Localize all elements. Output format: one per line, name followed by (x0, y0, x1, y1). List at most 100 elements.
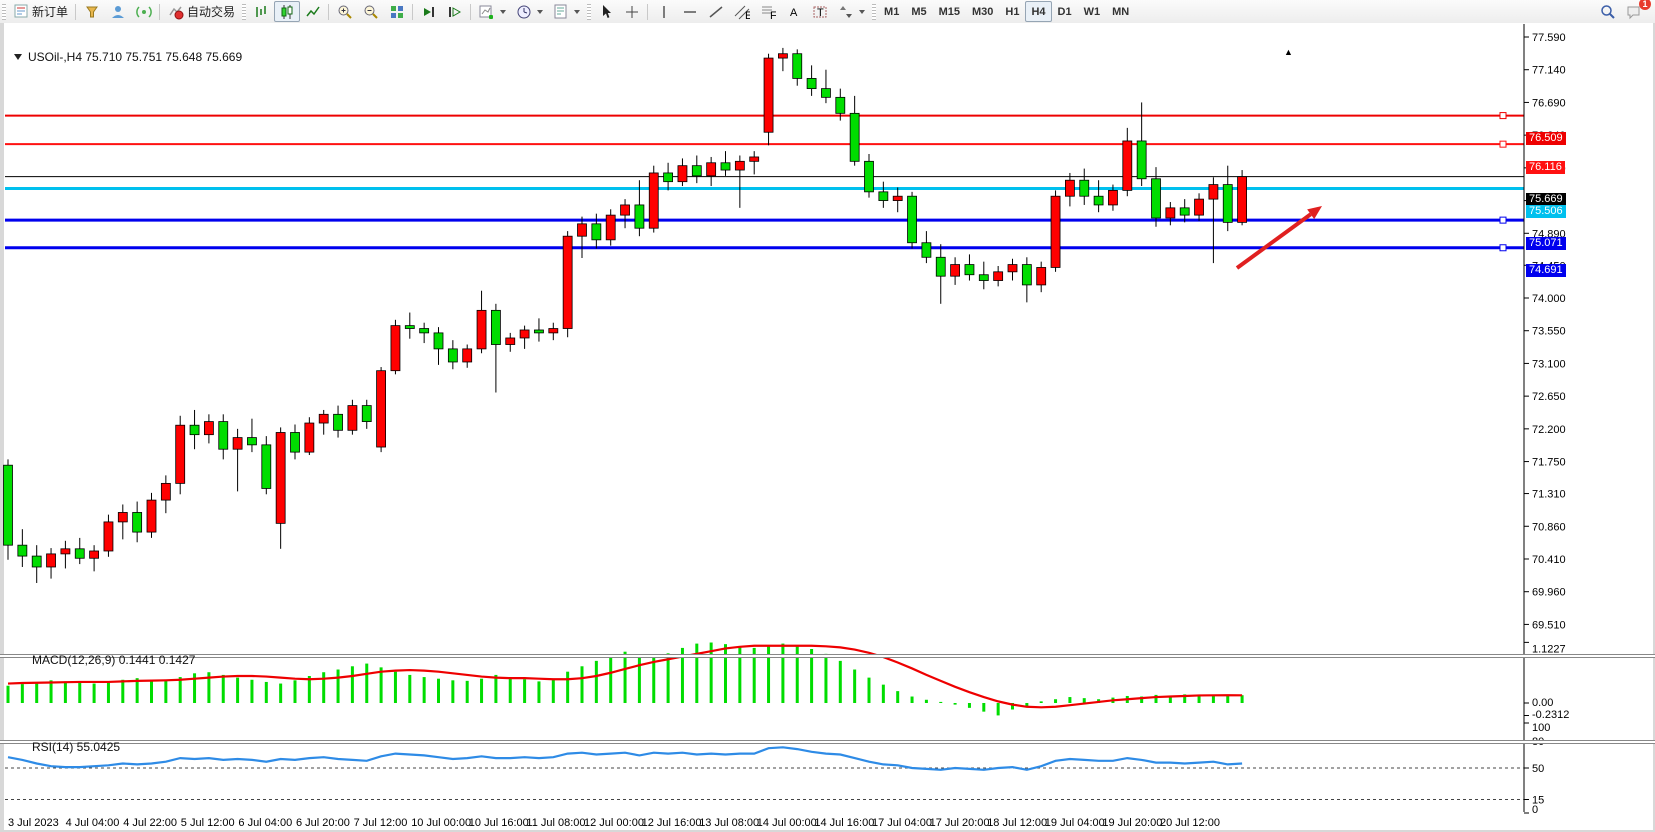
timeframe-button-mn[interactable]: MN (1106, 1, 1135, 22)
macd-histogram-bar (93, 684, 96, 703)
chart-shift-icon (447, 4, 463, 20)
macd-histogram-bar (164, 681, 167, 703)
periods-caret-icon (537, 10, 543, 14)
new-order-button[interactable]: 新订单 (8, 1, 73, 22)
chart-line-button[interactable] (300, 1, 326, 22)
community-button[interactable] (105, 1, 131, 22)
time-axis-label: 18 Jul 12:00 (987, 817, 1047, 829)
periods-button[interactable] (511, 1, 548, 22)
chart-candles-icon (279, 4, 295, 20)
templates-button[interactable] (548, 1, 585, 22)
zoom-in-button[interactable] (332, 1, 358, 22)
arrows-icon (838, 4, 854, 20)
line-handle[interactable] (1500, 113, 1506, 119)
macd-histogram-bar (351, 666, 354, 703)
chart-candles-button[interactable] (274, 1, 300, 22)
candle-body (664, 173, 673, 182)
candle-body (1037, 267, 1046, 284)
search-button[interactable] (1595, 1, 1621, 22)
candle-body (75, 549, 84, 558)
candle-body (951, 265, 960, 277)
timeframe-button-m30[interactable]: M30 (966, 1, 999, 22)
candle-body (118, 512, 127, 521)
notifications-button[interactable]: 1 (1621, 1, 1647, 22)
toolbar-grip[interactable] (2, 4, 6, 20)
timeframe-button-h4[interactable]: H4 (1025, 1, 1051, 22)
candle-body (319, 414, 328, 423)
candle-body (247, 438, 256, 445)
signals-button[interactable] (131, 1, 157, 22)
arrows-button[interactable] (833, 1, 870, 22)
price-badge: 76.509 (1526, 132, 1566, 145)
macd-histogram-bar (925, 700, 928, 703)
horizontal-line-icon (682, 4, 698, 20)
chart-canvas[interactable]: 77.59077.14076.69076.24075.79075.34074.8… (0, 23, 1655, 832)
timeframe-button-d1[interactable]: D1 (1052, 1, 1078, 22)
candle-body (1180, 208, 1189, 215)
auto-scroll-button[interactable] (416, 1, 442, 22)
line-handle[interactable] (1500, 245, 1506, 251)
auto-scroll-icon (421, 4, 437, 20)
candle-body (692, 166, 701, 176)
time-axis-label: 10 Jul 00:00 (411, 817, 471, 829)
channel-button[interactable]: E (729, 1, 755, 22)
candle-body (1022, 265, 1031, 285)
price-badge: 74.691 (1526, 264, 1566, 277)
trendline-button[interactable] (703, 1, 729, 22)
timeframe-button-m15[interactable]: M15 (933, 1, 966, 22)
timeframe-button-m1[interactable]: M1 (878, 1, 905, 22)
candle-body (750, 157, 759, 161)
line-handle[interactable] (1500, 141, 1506, 147)
fibonacci-button[interactable]: F (755, 1, 781, 22)
cursor-button[interactable] (593, 1, 619, 22)
macd-histogram-bar (7, 686, 10, 703)
text-button[interactable]: A (781, 1, 807, 22)
templates-caret-icon (574, 10, 580, 14)
pane-separator[interactable] (0, 654, 1655, 658)
crosshair-button[interactable] (619, 1, 645, 22)
vertical-line-button[interactable] (651, 1, 677, 22)
candle-body (606, 215, 615, 240)
chart-scroll-marker[interactable]: ▲ (1284, 47, 1293, 57)
price-tick-label: 74.000 (1532, 293, 1566, 305)
rsi-label: RSI(14) 55.0425 (32, 740, 120, 754)
candle-body (1051, 196, 1060, 267)
candle-body (922, 243, 931, 258)
horizontal-line-button[interactable] (677, 1, 703, 22)
symbol-dropdown-icon[interactable] (14, 54, 22, 60)
macd-histogram-bar (21, 684, 24, 703)
timeframe-button-w1[interactable]: W1 (1078, 1, 1107, 22)
price-tick-label: 69.960 (1532, 587, 1566, 599)
candle-body (735, 161, 744, 170)
chart-bars-button[interactable] (248, 1, 274, 22)
rsi-axis-label: 0 (1532, 804, 1538, 816)
time-axis-label: 17 Jul 04:00 (872, 817, 932, 829)
candle-body (161, 483, 170, 500)
chart-shift-button[interactable] (442, 1, 468, 22)
annotation-arrow[interactable] (1237, 214, 1311, 268)
funnel-button[interactable] (79, 1, 105, 22)
pane-separator[interactable] (0, 740, 1655, 744)
autotrading-button[interactable]: 自动交易 (163, 1, 240, 22)
line-handle[interactable] (1500, 217, 1506, 223)
macd-histogram-bar (64, 681, 67, 703)
timeframe-button-m5[interactable]: M5 (905, 1, 932, 22)
time-axis-label: 19 Jul 04:00 (1045, 817, 1105, 829)
macd-histogram-bar (437, 679, 440, 703)
signals-icon (136, 4, 152, 20)
label-button[interactable]: T (807, 1, 833, 22)
macd-histogram-bar (35, 682, 38, 703)
timeframe-button-h1[interactable]: H1 (999, 1, 1025, 22)
time-axis-label: 6 Jul 04:00 (238, 817, 292, 829)
candle-body (204, 422, 213, 435)
tile-windows-button[interactable] (384, 1, 410, 22)
price-tick-label: 76.690 (1532, 97, 1566, 109)
zoom-out-button[interactable] (358, 1, 384, 22)
macd-histogram-bar (121, 680, 124, 703)
indicators-button[interactable] (474, 1, 511, 22)
candle-body (549, 329, 558, 333)
price-tick-label: 77.140 (1532, 65, 1566, 77)
time-axis-label: 12 Jul 00:00 (584, 817, 644, 829)
candle-body (176, 425, 185, 483)
candle-body (534, 330, 543, 333)
